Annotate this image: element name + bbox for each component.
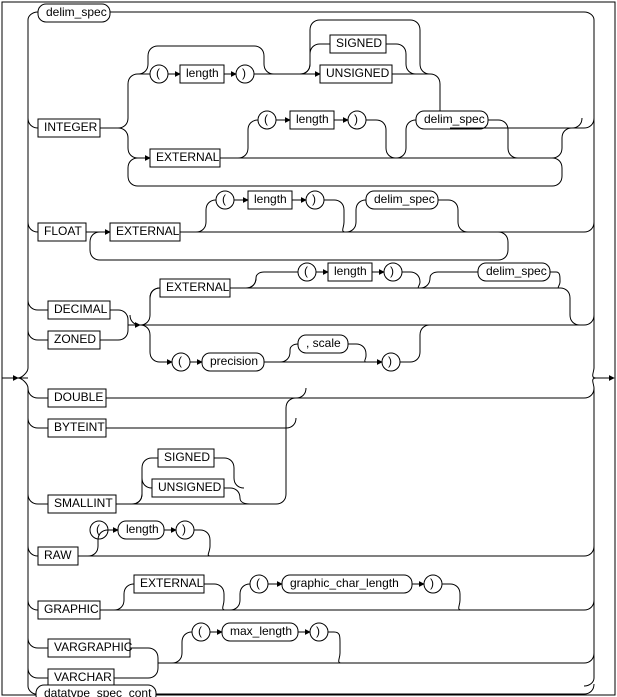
byteint-keyword-label: BYTEINT [54,420,105,434]
integer-lparen2: ( [264,112,268,126]
raw-keyword-label: RAW [44,548,72,562]
integer-external-label: EXTERNAL [156,150,220,164]
decimal-keyword-label: DECIMAL [54,302,108,316]
graphic-char-length-label: graphic_char_length [290,576,399,590]
zoned-keyword-label: ZONED [54,332,96,346]
float-keyword-label: FLOAT [44,224,82,238]
float-rparen: ) [312,192,316,206]
float-delim-spec-label: delim_spec [374,192,435,206]
decimal-precision-label: precision [210,354,258,368]
raw-lparen: ( [96,522,100,536]
graphic-lparen: ( [256,576,260,590]
float-external-label: EXTERNAL [116,224,180,238]
float-lparen: ( [222,192,226,206]
integer-rparen2: ) [354,112,358,126]
integer-lparen1: ( [156,66,160,80]
varg-lparen: ( [198,624,202,638]
decimal-scale-label: , scale [306,336,341,350]
varchar-keyword-label: VARCHAR [54,670,112,684]
double-keyword-label: DOUBLE [54,390,103,404]
smallint-keyword-label: SMALLINT [54,496,113,510]
raw-length-label: length [126,522,159,536]
delim-spec-top-label: delim_spec [46,5,107,19]
integer-delim-spec-label: delim_spec [424,112,485,126]
integer-signed-label: SIGNED [336,36,382,50]
decimal-external-label: EXTERNAL [166,280,230,294]
integer-unsigned-label: UNSIGNED [326,66,390,80]
integer-length1-label: length [186,66,219,80]
integer-rparen1: ) [242,66,246,80]
smallint-signed-label: SIGNED [164,450,210,464]
varg-rparen: ) [316,624,320,638]
decimal-lparen: ( [304,264,308,278]
smallint-unsigned-label: UNSIGNED [158,480,222,494]
float-length-label: length [254,192,287,206]
graphic-external-label: EXTERNAL [140,576,204,590]
decimal-delim-spec-label: delim_spec [486,264,547,278]
decimal-rparen: ) [390,264,394,278]
vargraphic-keyword-label: VARGRAPHIC [54,640,133,654]
decimal-lparen2: ( [178,354,182,368]
graphic-rparen: ) [430,576,434,590]
decimal-length-label: length [334,264,367,278]
integer-length2-label: length [296,112,329,126]
graphic-keyword-label: GRAPHIC [44,602,99,616]
varg-max-length-label: max_length [230,624,292,638]
integer-keyword-label: INTEGER [44,120,98,134]
decimal-rparen2: ) [388,354,392,368]
datatype-spec-cont-label: datatype_spec_cont [44,686,152,697]
raw-rparen: ) [182,522,186,536]
